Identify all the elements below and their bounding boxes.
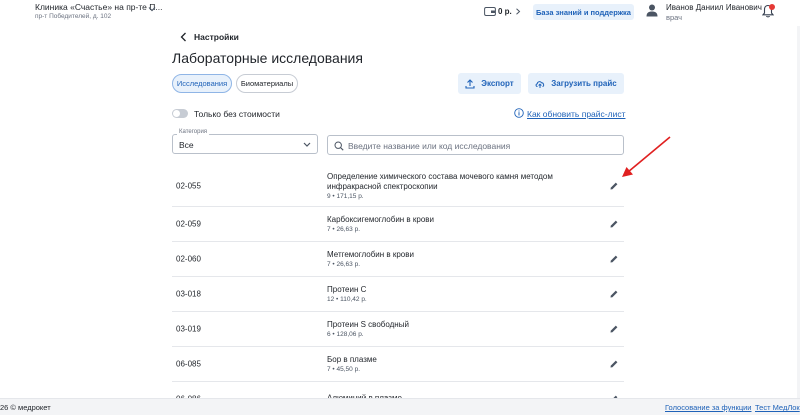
research-name: Метгемоглобин в крови	[327, 250, 414, 259]
user-name[interactable]: Иванов Даниил Иванович	[666, 3, 762, 12]
top-bar: Клиника «Счастье» на пр-те П... пр-т Поб…	[0, 0, 800, 26]
feature-vote-link[interactable]: Голосование за функции	[665, 403, 752, 412]
pencil-icon[interactable]	[609, 254, 619, 264]
research-code: 02-060	[176, 254, 201, 264]
clinic-selector[interactable]: Клиника «Счастье» на пр-те П... пр-т Поб…	[35, 2, 162, 20]
list-item[interactable]: 03-018 Протеин C 12 • 110,42 р.	[172, 277, 624, 312]
research-meta: 7 • 26,63 р.	[327, 226, 360, 233]
toggle-knob	[173, 110, 180, 117]
pencil-icon[interactable]	[609, 219, 619, 229]
annotation-arrow-icon	[622, 136, 671, 177]
balance-amount[interactable]: 0 р.	[498, 7, 512, 16]
pencil-icon[interactable]	[609, 181, 619, 191]
category-caption: Категория	[177, 129, 210, 135]
update-price-help-link[interactable]: Как обновить прайс-лист	[527, 109, 625, 119]
user-icon[interactable]	[646, 4, 658, 17]
pencil-icon[interactable]	[609, 359, 619, 369]
list-item[interactable]: 02-060 Метгемоглобин в крови 7 • 26,63 р…	[172, 242, 624, 277]
research-name: Бор в плазме	[327, 355, 377, 364]
breadcrumb-back-link[interactable]: Настройки	[194, 32, 239, 42]
upload-icon	[465, 78, 475, 89]
research-code: 02-055	[176, 181, 201, 190]
research-code: 02-059	[176, 219, 201, 229]
list-item[interactable]: 03-019 Протеин S свободный 6 • 128,06 р.	[172, 312, 624, 347]
wallet-icon	[484, 7, 496, 16]
research-code: 06-085	[176, 359, 201, 369]
research-meta: 7 • 45,50 р.	[327, 366, 360, 373]
research-name: Определение химического состава мочевого…	[327, 171, 553, 191]
info-icon	[514, 108, 524, 118]
research-code: 03-019	[176, 324, 201, 334]
pencil-icon[interactable]	[609, 289, 619, 299]
research-name: Протеин S свободный	[327, 320, 409, 329]
footer-brand: 26 © медрокет	[0, 403, 51, 412]
list-item[interactable]: 06-085 Бор в плазме 7 • 45,50 р.	[172, 347, 624, 382]
upload-price-label: Загрузить прайс	[551, 79, 617, 88]
category-select[interactable]: Категория Все	[172, 129, 318, 154]
no-price-toggle-label: Только без стоимости	[194, 109, 280, 119]
category-value: Все	[179, 140, 194, 150]
chevron-down-icon	[303, 142, 311, 147]
upload-price-button[interactable]: Загрузить прайс	[528, 73, 624, 94]
chevron-right-icon[interactable]	[515, 8, 521, 15]
export-button[interactable]: Экспорт	[458, 73, 521, 94]
research-meta: 7 • 26,63 р.	[327, 261, 360, 268]
chevron-down-icon[interactable]	[148, 5, 156, 13]
notification-badge	[769, 4, 775, 10]
research-meta: 9 • 171,15 р.	[327, 192, 364, 200]
research-list: 02-055 Определение химического состава м…	[172, 165, 624, 415]
search-box[interactable]	[327, 135, 624, 155]
test-link[interactable]: Тест МедЛок	[755, 403, 800, 412]
research-name: Карбоксигемоглобин в крови	[327, 215, 435, 224]
cloud-upload-icon	[535, 80, 545, 88]
back-chevron-icon[interactable]	[180, 32, 187, 42]
research-meta: 12 • 110,42 р.	[327, 296, 367, 303]
research-name: Протеин C	[327, 285, 367, 294]
footer: 26 © медрокет Голосование за функции Тес…	[0, 398, 800, 415]
clinic-address: пр-т Победителей, д. 102	[35, 13, 112, 20]
pencil-icon[interactable]	[609, 324, 619, 334]
list-item[interactable]: 02-055 Определение химического состава м…	[172, 165, 624, 207]
page-title: Лабораторные исследования	[172, 50, 363, 66]
knowledge-base-button[interactable]: База знаний и поддержка	[533, 4, 634, 20]
search-input[interactable]	[348, 139, 618, 152]
user-role: врач	[666, 13, 683, 22]
list-item[interactable]: 02-059 Карбоксигемоглобин в крови 7 • 26…	[172, 207, 624, 242]
research-meta: 6 • 128,06 р.	[327, 331, 364, 338]
search-icon	[334, 141, 344, 151]
tab-biomaterials[interactable]: Биоматериалы	[236, 74, 298, 93]
export-label: Экспорт	[481, 79, 514, 88]
clinic-name: Клиника «Счастье» на пр-те П...	[35, 2, 163, 12]
research-code: 03-018	[176, 289, 201, 299]
tab-research[interactable]: Исследования	[172, 74, 232, 93]
